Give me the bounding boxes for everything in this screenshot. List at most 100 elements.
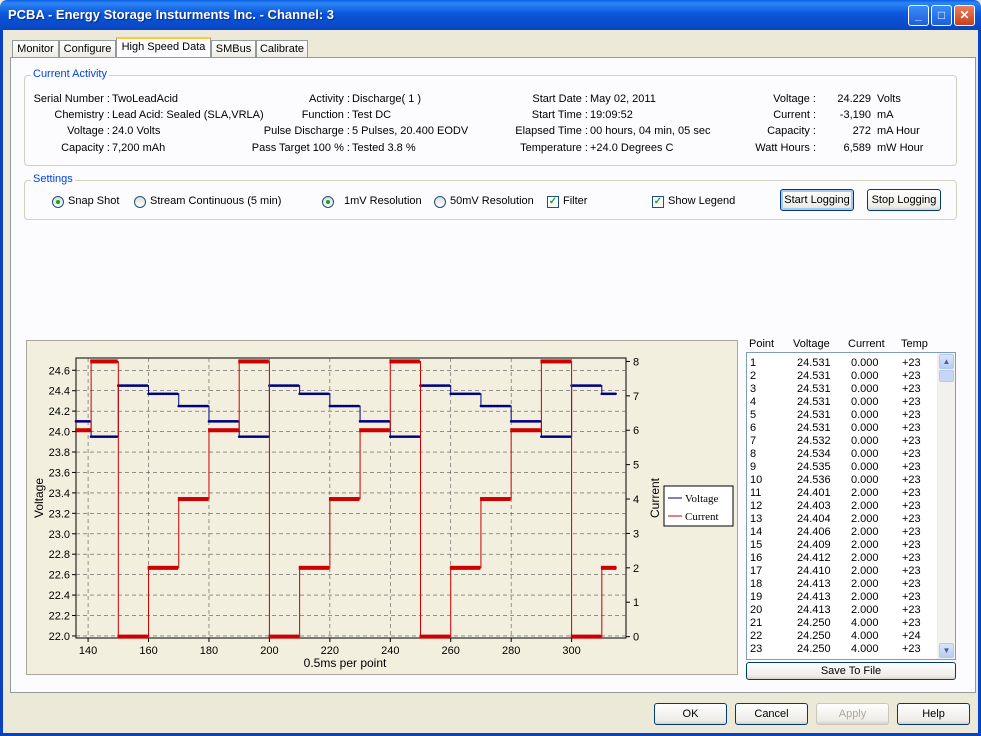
list-row[interactable]: 18 24.413 2.000 +23 — [747, 578, 937, 591]
scroll-down-button[interactable]: ▼ — [939, 643, 954, 658]
cell-point: 15 — [750, 539, 763, 551]
y-tick-label: 22.0 — [49, 631, 70, 643]
cell-point: 16 — [750, 552, 763, 564]
show-legend-label[interactable]: Show Legend — [668, 195, 735, 207]
cancel-button[interactable]: Cancel — [735, 703, 808, 725]
list-row[interactable]: 9 24.535 0.000 +23 — [747, 461, 937, 474]
current-point — [478, 565, 481, 570]
y2-axis-label: Current — [648, 477, 662, 518]
cell-current: 0.000 — [851, 422, 879, 434]
tab-calibrate[interactable]: Calibrate — [256, 40, 308, 57]
ok-button[interactable]: OK — [654, 703, 727, 725]
list-row[interactable]: 23 24.250 4.000 +23 — [747, 643, 937, 656]
voltage-point — [568, 435, 572, 438]
list-row[interactable]: 10 24.536 0.000 +23 — [747, 474, 937, 487]
list-row[interactable]: 12 24.403 2.000 +23 — [747, 500, 937, 513]
list-row[interactable]: 16 24.412 2.000 +23 — [747, 552, 937, 565]
list-scrollbar[interactable]: ▲ ▼ — [937, 353, 955, 659]
list-row[interactable]: 3 24.531 0.000 +23 — [747, 383, 937, 396]
data-listbox[interactable]: 23 24.250 4.000 +23 22 24.250 4.000 +24 21 24.250… — [746, 352, 956, 660]
y-tick-label: 24.0 — [49, 427, 70, 439]
y-tick-label: 22.8 — [49, 549, 70, 561]
window-title: PCBA - Energy Storage Insturments Inc. -… — [8, 7, 335, 22]
tab-smbus[interactable]: SMBus — [211, 40, 256, 57]
tab-monitor[interactable]: Monitor — [12, 40, 59, 57]
title-bar[interactable]: PCBA - Energy Storage Insturments Inc. -… — [0, 0, 981, 30]
chemistry-label: Chemistry : — [54, 109, 110, 121]
cell-voltage: 24.534 — [797, 448, 831, 460]
list-row[interactable]: 4 24.531 0.000 +23 — [747, 396, 937, 409]
y2-tick-label: 0 — [633, 632, 639, 644]
data-list: Point Voltage Current Temp 23 24.250 4.000… — [746, 338, 956, 660]
voltage-point — [357, 404, 360, 408]
voltage-point — [538, 420, 542, 423]
snap-shot-radio[interactable] — [52, 196, 64, 208]
maximize-icon: □ — [937, 8, 946, 22]
list-row[interactable]: 15 24.409 2.000 +23 — [747, 539, 937, 552]
cell-current: 2.000 — [851, 526, 879, 538]
list-row[interactable]: 8 24.534 0.000 +23 — [747, 448, 937, 461]
y-tick-label: 24.4 — [49, 386, 70, 398]
list-row[interactable]: 22 24.250 4.000 +24 — [747, 630, 937, 643]
cell-temp: +23 — [902, 409, 921, 421]
list-row[interactable]: 14 24.406 2.000 +23 — [747, 526, 937, 539]
list-row[interactable]: 21 24.250 4.000 +23 — [747, 617, 937, 630]
close-button[interactable]: ✕ — [954, 5, 975, 26]
minimize-button[interactable]: _ — [908, 5, 929, 26]
current-point — [569, 359, 571, 364]
list-row[interactable]: 13 24.404 2.000 +23 — [747, 513, 937, 526]
cell-point: 14 — [750, 526, 763, 538]
list-row[interactable]: 2 24.531 0.000 +23 — [747, 370, 937, 383]
apply-button[interactable]: Apply — [816, 703, 889, 725]
filter-label[interactable]: Filter — [563, 195, 587, 207]
scroll-up-button[interactable]: ▲ — [939, 354, 954, 369]
realtime-capacity-value: 272 — [852, 125, 871, 137]
list-row[interactable]: 17 24.410 2.000 +23 — [747, 565, 937, 578]
cell-voltage: 24.531 — [797, 409, 831, 421]
cell-voltage: 24.413 — [797, 604, 831, 616]
y-tick-label: 22.4 — [49, 590, 70, 602]
resolution-1mv-radio[interactable] — [322, 196, 334, 208]
filter-checkbox[interactable]: ✓ — [547, 196, 559, 208]
cell-voltage: 24.403 — [797, 500, 831, 512]
stream-continuous-radio[interactable] — [134, 196, 146, 208]
snap-shot-label[interactable]: Snap Shot — [68, 195, 119, 207]
voltage-point — [115, 435, 119, 438]
voltage-point — [599, 384, 602, 387]
list-row[interactable]: 7 24.532 0.000 +23 — [747, 435, 937, 448]
y-tick-label: 23.6 — [49, 467, 70, 479]
list-row[interactable]: 19 24.413 2.000 +23 — [747, 591, 937, 604]
realtime-voltage-value: 24.229 — [837, 93, 871, 105]
y-tick-label: 23.2 — [49, 508, 70, 520]
save-to-file-button[interactable]: Save To File — [746, 662, 956, 680]
help-button[interactable]: Help — [897, 703, 970, 725]
x-tick-label: 200 — [260, 645, 278, 657]
list-row[interactable]: 20 24.413 2.000 +23 — [747, 604, 937, 617]
list-row[interactable]: 1 24.531 0.000 +23 — [747, 357, 937, 370]
cell-current: 0.000 — [851, 474, 879, 486]
start-date-label: Start Date : — [532, 93, 588, 105]
stream-continuous-label[interactable]: Stream Continuous (5 min) — [150, 195, 281, 207]
list-row[interactable]: 6 24.531 0.000 +23 — [747, 422, 937, 435]
y-tick-label: 23.4 — [49, 488, 70, 500]
cell-voltage: 24.532 — [797, 435, 831, 447]
tab-configure[interactable]: Configure — [59, 40, 116, 57]
y2-tick-label: 3 — [633, 528, 639, 540]
tab-high-speed-data[interactable]: High Speed Data — [116, 37, 211, 57]
list-row[interactable]: 5 24.531 0.000 +23 — [747, 409, 937, 422]
y2-tick-label: 5 — [633, 460, 639, 472]
start-logging-button[interactable]: Start Logging — [780, 189, 854, 211]
scroll-thumb[interactable] — [939, 370, 954, 382]
show-legend-checkbox[interactable]: ✓ — [652, 196, 664, 208]
resolution-50mv-label[interactable]: 50mV Resolution — [450, 195, 534, 207]
start-time-label: Start Time : — [531, 109, 588, 121]
resolution-1mv-label[interactable]: 1mV Resolution — [344, 195, 422, 207]
list-row[interactable]: 11 24.401 2.000 +23 — [747, 487, 937, 500]
x-tick-label: 180 — [200, 645, 218, 657]
resolution-50mv-radio[interactable] — [434, 196, 446, 208]
current-point — [418, 359, 420, 364]
maximize-button[interactable]: □ — [931, 5, 952, 26]
current-point — [448, 634, 451, 639]
capacity-label: Capacity : — [61, 142, 110, 154]
stop-logging-button[interactable]: Stop Logging — [867, 189, 941, 211]
